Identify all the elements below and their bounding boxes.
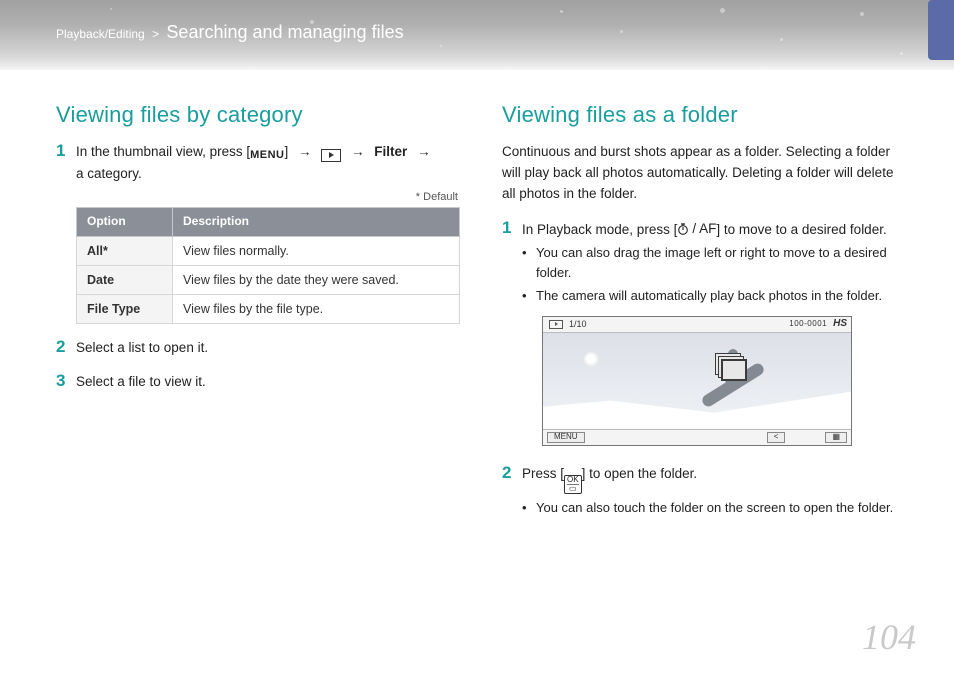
af-label: AF <box>699 219 716 239</box>
grid-soft-button: ▦ <box>825 432 847 443</box>
timer-af-icon: /AF <box>677 219 716 239</box>
image-counter: 1/10 <box>569 318 587 331</box>
step-1-right: 1 In Playback mode, press [ /AF ] to mov… <box>502 219 906 446</box>
table-row: File Type View files by the file type. <box>77 295 460 324</box>
decoration-dot <box>900 52 903 55</box>
sub-text: You can also touch the folder on the scr… <box>536 498 893 518</box>
decoration-dot <box>620 30 623 33</box>
sub-text: The camera will automatically play back … <box>536 286 882 306</box>
back-soft-button: < <box>767 432 786 443</box>
step-text: ] to open the folder. <box>582 466 698 481</box>
table-header-option: Option <box>77 208 173 236</box>
intro-paragraph: Continuous and burst shots appear as a f… <box>502 142 906 205</box>
step-text: ] to move to a desired folder. <box>716 222 886 237</box>
step-body: In the thumbnail view, press [MENU] → → … <box>76 142 460 324</box>
playback-icon <box>321 149 341 162</box>
sub-item: •The camera will automatically play back… <box>522 286 906 306</box>
sub-text: You can also drag the image left or righ… <box>536 243 906 282</box>
step-body: Select a file to view it. <box>76 372 460 392</box>
option-name: Date <box>77 265 173 294</box>
sub-item: •You can also touch the folder on the sc… <box>522 498 906 518</box>
step-text: a category. <box>76 166 142 181</box>
step-number: 3 <box>56 372 76 392</box>
hs-badge: HS <box>833 317 847 332</box>
left-column: Viewing files by category 1 In the thumb… <box>56 102 460 532</box>
sub-item: •You can also drag the image left or rig… <box>522 243 906 282</box>
step-text: In the thumbnail view, press [ <box>76 144 250 159</box>
step-text: ] <box>284 144 292 159</box>
sub-list: •You can also touch the folder on the sc… <box>522 498 906 518</box>
filter-label: Filter <box>374 144 407 159</box>
breadcrumb: Playback/Editing > Searching and managin… <box>56 22 954 43</box>
decoration-dot <box>860 12 864 16</box>
decoration-dot <box>720 8 725 13</box>
step-text: In Playback mode, press [ <box>522 222 677 237</box>
arrow-icon: → <box>351 144 365 159</box>
step-number: 1 <box>56 142 76 324</box>
decoration-dot <box>110 8 112 10</box>
file-number: 100-0001 <box>789 318 827 330</box>
step-3-left: 3 Select a file to view it. <box>56 372 460 392</box>
arrow-icon: → <box>417 144 431 159</box>
right-column: Viewing files as a folder Continuous and… <box>502 102 906 532</box>
decoration-dot <box>310 20 314 24</box>
decoration-dot <box>440 45 442 47</box>
decoration-dot <box>560 10 563 13</box>
menu-button-icon: MENU <box>250 148 284 164</box>
step-2-right: 2 Press [OK▭] to open the folder. •You c… <box>502 464 906 518</box>
section-heading-left: Viewing files by category <box>56 102 460 128</box>
ok-button-icon: OK▭ <box>564 475 582 495</box>
step-2-left: 2 Select a list to open it. <box>56 338 460 358</box>
breadcrumb-title: Searching and managing files <box>166 22 403 42</box>
breadcrumb-separator: > <box>152 27 159 41</box>
slope-graphic <box>542 389 852 429</box>
step-number: 1 <box>502 219 522 446</box>
page-number: 104 <box>862 616 916 658</box>
page-header: Playback/Editing > Searching and managin… <box>0 0 954 70</box>
arrow-icon: → <box>298 144 312 159</box>
option-desc: View files normally. <box>173 236 460 265</box>
step-body: Select a list to open it. <box>76 338 460 358</box>
table-header-description: Description <box>173 208 460 236</box>
folder-stack-icon <box>721 359 747 381</box>
screenshot-bottom-bar: MENU < ▦ <box>543 429 851 445</box>
step-body: Press [OK▭] to open the folder. •You can… <box>522 464 906 518</box>
option-desc: View files by the date they were saved. <box>173 265 460 294</box>
default-note: * Default <box>76 190 458 206</box>
section-heading-right: Viewing files as a folder <box>502 102 906 128</box>
menu-soft-button: MENU <box>547 432 585 443</box>
table-row: Date View files by the date they were sa… <box>77 265 460 294</box>
step-text: Press [ <box>522 466 564 481</box>
step-number: 2 <box>56 338 76 358</box>
playback-mode-icon <box>549 320 563 329</box>
option-name: All* <box>77 236 173 265</box>
step-number: 2 <box>502 464 522 518</box>
decoration-dot <box>780 38 783 41</box>
table-header-row: Option Description <box>77 208 460 236</box>
option-desc: View files by the file type. <box>173 295 460 324</box>
sub-list: •You can also drag the image left or rig… <box>522 243 906 306</box>
step-body: In Playback mode, press [ /AF ] to move … <box>522 219 906 446</box>
table-row: All* View files normally. <box>77 236 460 265</box>
camera-screenshot: 1/10 100-0001 HS MENU <box>542 316 852 446</box>
breadcrumb-section: Playback/Editing <box>56 27 145 41</box>
step-1-left: 1 In the thumbnail view, press [MENU] → … <box>56 142 460 324</box>
screenshot-top-bar: 1/10 100-0001 HS <box>543 317 851 333</box>
page-content: Viewing files by category 1 In the thumb… <box>0 70 954 532</box>
sun-graphic <box>583 351 599 367</box>
options-table: Option Description All* View files norma… <box>76 207 460 324</box>
section-side-tab <box>928 0 954 60</box>
option-name: File Type <box>77 295 173 324</box>
